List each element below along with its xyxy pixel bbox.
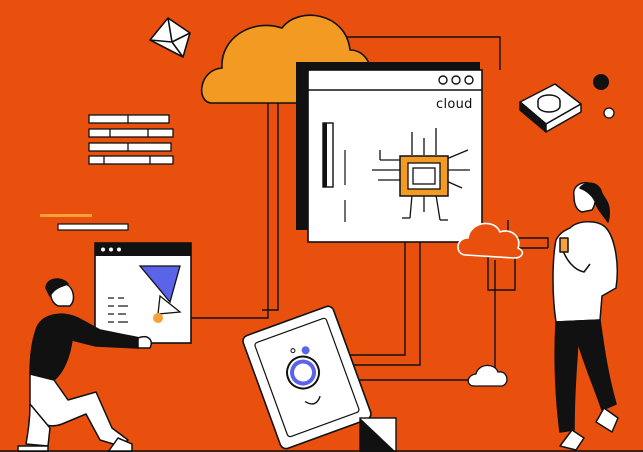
block-shape [359,417,397,452]
standing-woman [552,182,619,451]
brick-wall-icon [88,114,174,165]
cloud-window-label: cloud [436,97,473,112]
tablet-device [242,305,372,450]
push-button-shape [519,83,582,133]
illustration-scene: cloud [0,0,643,452]
decorative-dots [593,74,615,119]
small-cloud-icon [457,222,524,387]
left-browser-window [94,242,192,344]
illustration-svg [0,14,643,452]
cloud-window [296,62,483,243]
octahedron-shape [149,17,191,58]
small-bars [40,214,129,231]
